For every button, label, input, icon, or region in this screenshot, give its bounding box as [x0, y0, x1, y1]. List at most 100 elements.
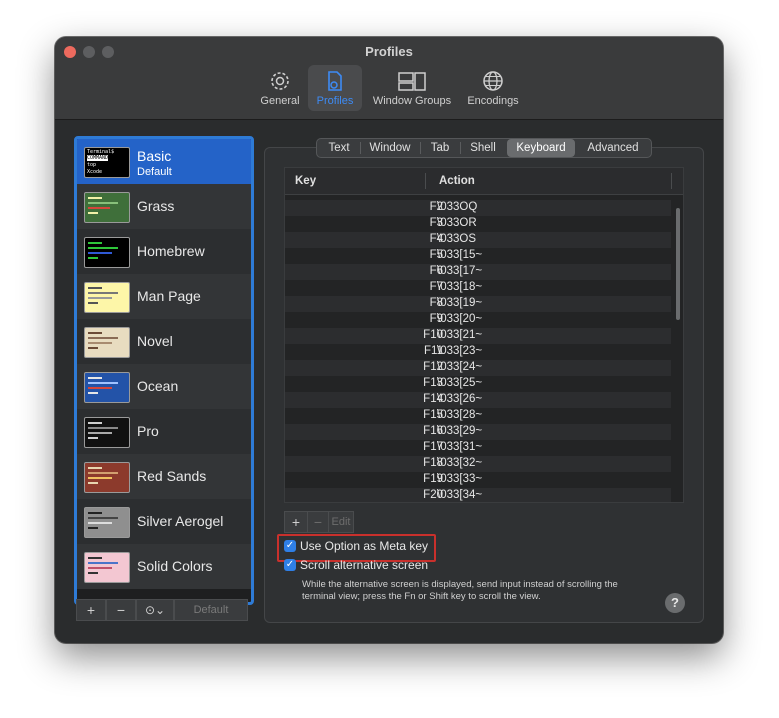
- profile-item-homebrew[interactable]: Homebrew: [77, 229, 251, 274]
- toolbar-profiles[interactable]: Profiles: [308, 65, 362, 111]
- profile-name: Solid Colors: [137, 558, 213, 574]
- thumb-text: top: [87, 162, 97, 168]
- edit-key-mapping-button[interactable]: Edit: [328, 511, 354, 533]
- toolbar-encodings[interactable]: Encodings: [461, 65, 525, 111]
- use-option-meta-label: Use Option as Meta key: [300, 539, 429, 553]
- profile-item-man-page[interactable]: Man Page: [77, 274, 251, 319]
- help-button[interactable]: ?: [665, 593, 685, 613]
- profile-thumbnail-red-sands: [84, 462, 130, 493]
- table-row[interactable]: F7 \033[18~: [285, 280, 671, 296]
- scroll-alt-screen-checkbox[interactable]: ✓: [284, 559, 296, 571]
- action-cell: \033[23~: [437, 345, 483, 357]
- keyboard-mapping-table[interactable]: Key Action F2 \033OQ F3 \033OR F4 \033OS F5 \03…: [284, 167, 684, 503]
- toolbar: Profiles General Profiles Window Groups: [55, 37, 723, 120]
- profile-thumbnail-homebrew: [84, 237, 130, 268]
- table-row[interactable]: F11 \033[23~: [285, 344, 671, 360]
- tab-shell[interactable]: Shell: [462, 139, 504, 157]
- set-default-button[interactable]: Default: [174, 599, 248, 621]
- table-row[interactable]: F20 \033[34~: [285, 488, 671, 502]
- remove-key-mapping-button[interactable]: −: [307, 511, 329, 533]
- add-profile-button[interactable]: +: [76, 599, 106, 621]
- table-row[interactable]: F13 \033[25~: [285, 376, 671, 392]
- window-title: Profiles: [365, 44, 413, 59]
- tab-tab[interactable]: Tab: [422, 139, 458, 157]
- profile-item-ocean[interactable]: Ocean: [77, 364, 251, 409]
- action-cell: \033[25~: [437, 377, 483, 389]
- table-row[interactable]: F14 \033[26~: [285, 392, 671, 408]
- table-header: Key Action: [285, 168, 683, 195]
- profile-item-novel[interactable]: Novel: [77, 319, 251, 364]
- toolbar-profiles-label: Profiles: [316, 95, 354, 107]
- toolbar-window-groups[interactable]: Window Groups: [367, 65, 457, 111]
- action-cell: \033[28~: [437, 409, 483, 421]
- profile-thumbnail-solid-colors: [84, 552, 130, 583]
- table-row[interactable]: F5 \033[15~: [285, 248, 671, 264]
- profile-name: Ocean: [137, 378, 179, 394]
- tab-text[interactable]: Text: [320, 139, 358, 157]
- profiles-icon: [328, 71, 342, 91]
- globe-icon: [483, 71, 503, 91]
- profile-list[interactable]: Terminal$ COMMAND top Xcode Basic Defaul…: [74, 136, 254, 605]
- thumb-text: COMMAND: [87, 155, 109, 161]
- action-cell: \033[24~: [437, 361, 483, 373]
- action-cell: \033[34~: [437, 489, 483, 501]
- thumb-text: Xcode: [87, 169, 103, 175]
- use-option-meta-checkbox[interactable]: ✓: [284, 540, 296, 552]
- action-cell: \033OQ: [437, 201, 478, 213]
- table-row[interactable]: F4 \033OS: [285, 232, 671, 248]
- profile-name: Red Sands: [137, 468, 207, 484]
- table-row[interactable]: F19 \033[33~: [285, 472, 671, 488]
- scroll-alt-screen-label: Scroll alternative screen: [300, 558, 429, 572]
- table-scrollbar[interactable]: [674, 198, 682, 498]
- column-header-key[interactable]: Key: [295, 175, 316, 187]
- tab-window[interactable]: Window: [362, 139, 418, 157]
- profile-name: Novel: [137, 333, 173, 349]
- profile-item-pro[interactable]: Pro: [77, 409, 251, 454]
- action-cell: \033OR: [437, 217, 477, 229]
- profile-item-basic[interactable]: Terminal$ COMMAND top Xcode Basic Defaul…: [77, 139, 251, 184]
- profile-actions-menu-button[interactable]: ⊙⌄: [136, 599, 174, 621]
- action-cell: \033[31~: [437, 441, 483, 453]
- table-row[interactable]: F12 \033[24~: [285, 360, 671, 376]
- profile-name: Homebrew: [137, 243, 205, 259]
- action-cell: \033[21~: [437, 329, 483, 341]
- table-row[interactable]: F18 \033[32~: [285, 456, 671, 472]
- action-cell: \033[32~: [437, 457, 483, 469]
- profile-name: Basic: [137, 148, 172, 164]
- profile-thumbnail-ocean: [84, 372, 130, 403]
- table-row[interactable]: F16 \033[29~: [285, 424, 671, 440]
- profile-item-solid-colors[interactable]: Solid Colors: [77, 544, 251, 589]
- add-key-mapping-button[interactable]: +: [284, 511, 308, 533]
- table-row[interactable]: F3 \033OR: [285, 216, 671, 232]
- tab-keyboard[interactable]: Keyboard: [507, 139, 575, 157]
- table-row[interactable]: F2 \033OQ: [285, 200, 671, 216]
- scroll-alt-screen-description: While the alternative screen is displaye…: [302, 579, 618, 602]
- settings-tabs: Text Window Tab Shell Keyboard Advanced: [316, 138, 652, 158]
- table-row[interactable]: F15 \033[28~: [285, 408, 671, 424]
- profile-item-grass[interactable]: Grass: [77, 184, 251, 229]
- profile-thumbnail-pro: [84, 417, 130, 448]
- toolbar-encodings-label: Encodings: [467, 95, 519, 107]
- table-row[interactable]: F10 \033[21~: [285, 328, 671, 344]
- profile-default-label: Default: [137, 166, 172, 178]
- profile-thumbnail-man-page: [84, 282, 130, 313]
- gear-icon: [271, 72, 289, 90]
- profile-name: Silver Aerogel: [137, 513, 224, 529]
- action-cell: \033OS: [437, 233, 476, 245]
- table-row[interactable]: F17 \033[31~: [285, 440, 671, 456]
- profiles-window: Profiles General Profiles Window Groups: [55, 37, 723, 643]
- table-row[interactable]: F6 \033[17~: [285, 264, 671, 280]
- remove-profile-button[interactable]: −: [106, 599, 136, 621]
- action-cell: \033[19~: [437, 297, 483, 309]
- table-row[interactable]: F9 \033[20~: [285, 312, 671, 328]
- profile-thumbnail-basic: Terminal$ COMMAND top Xcode: [84, 147, 130, 178]
- action-cell: \033[26~: [437, 393, 483, 405]
- column-header-action[interactable]: Action: [439, 175, 475, 187]
- profile-thumbnail-silver-aerogel: [84, 507, 130, 538]
- tab-advanced[interactable]: Advanced: [579, 139, 647, 157]
- table-row[interactable]: F8 \033[19~: [285, 296, 671, 312]
- toolbar-general[interactable]: General: [255, 65, 305, 111]
- scrollbar-thumb[interactable]: [676, 208, 680, 320]
- profile-item-red-sands[interactable]: Red Sands: [77, 454, 251, 499]
- profile-item-silver-aerogel[interactable]: Silver Aerogel: [77, 499, 251, 544]
